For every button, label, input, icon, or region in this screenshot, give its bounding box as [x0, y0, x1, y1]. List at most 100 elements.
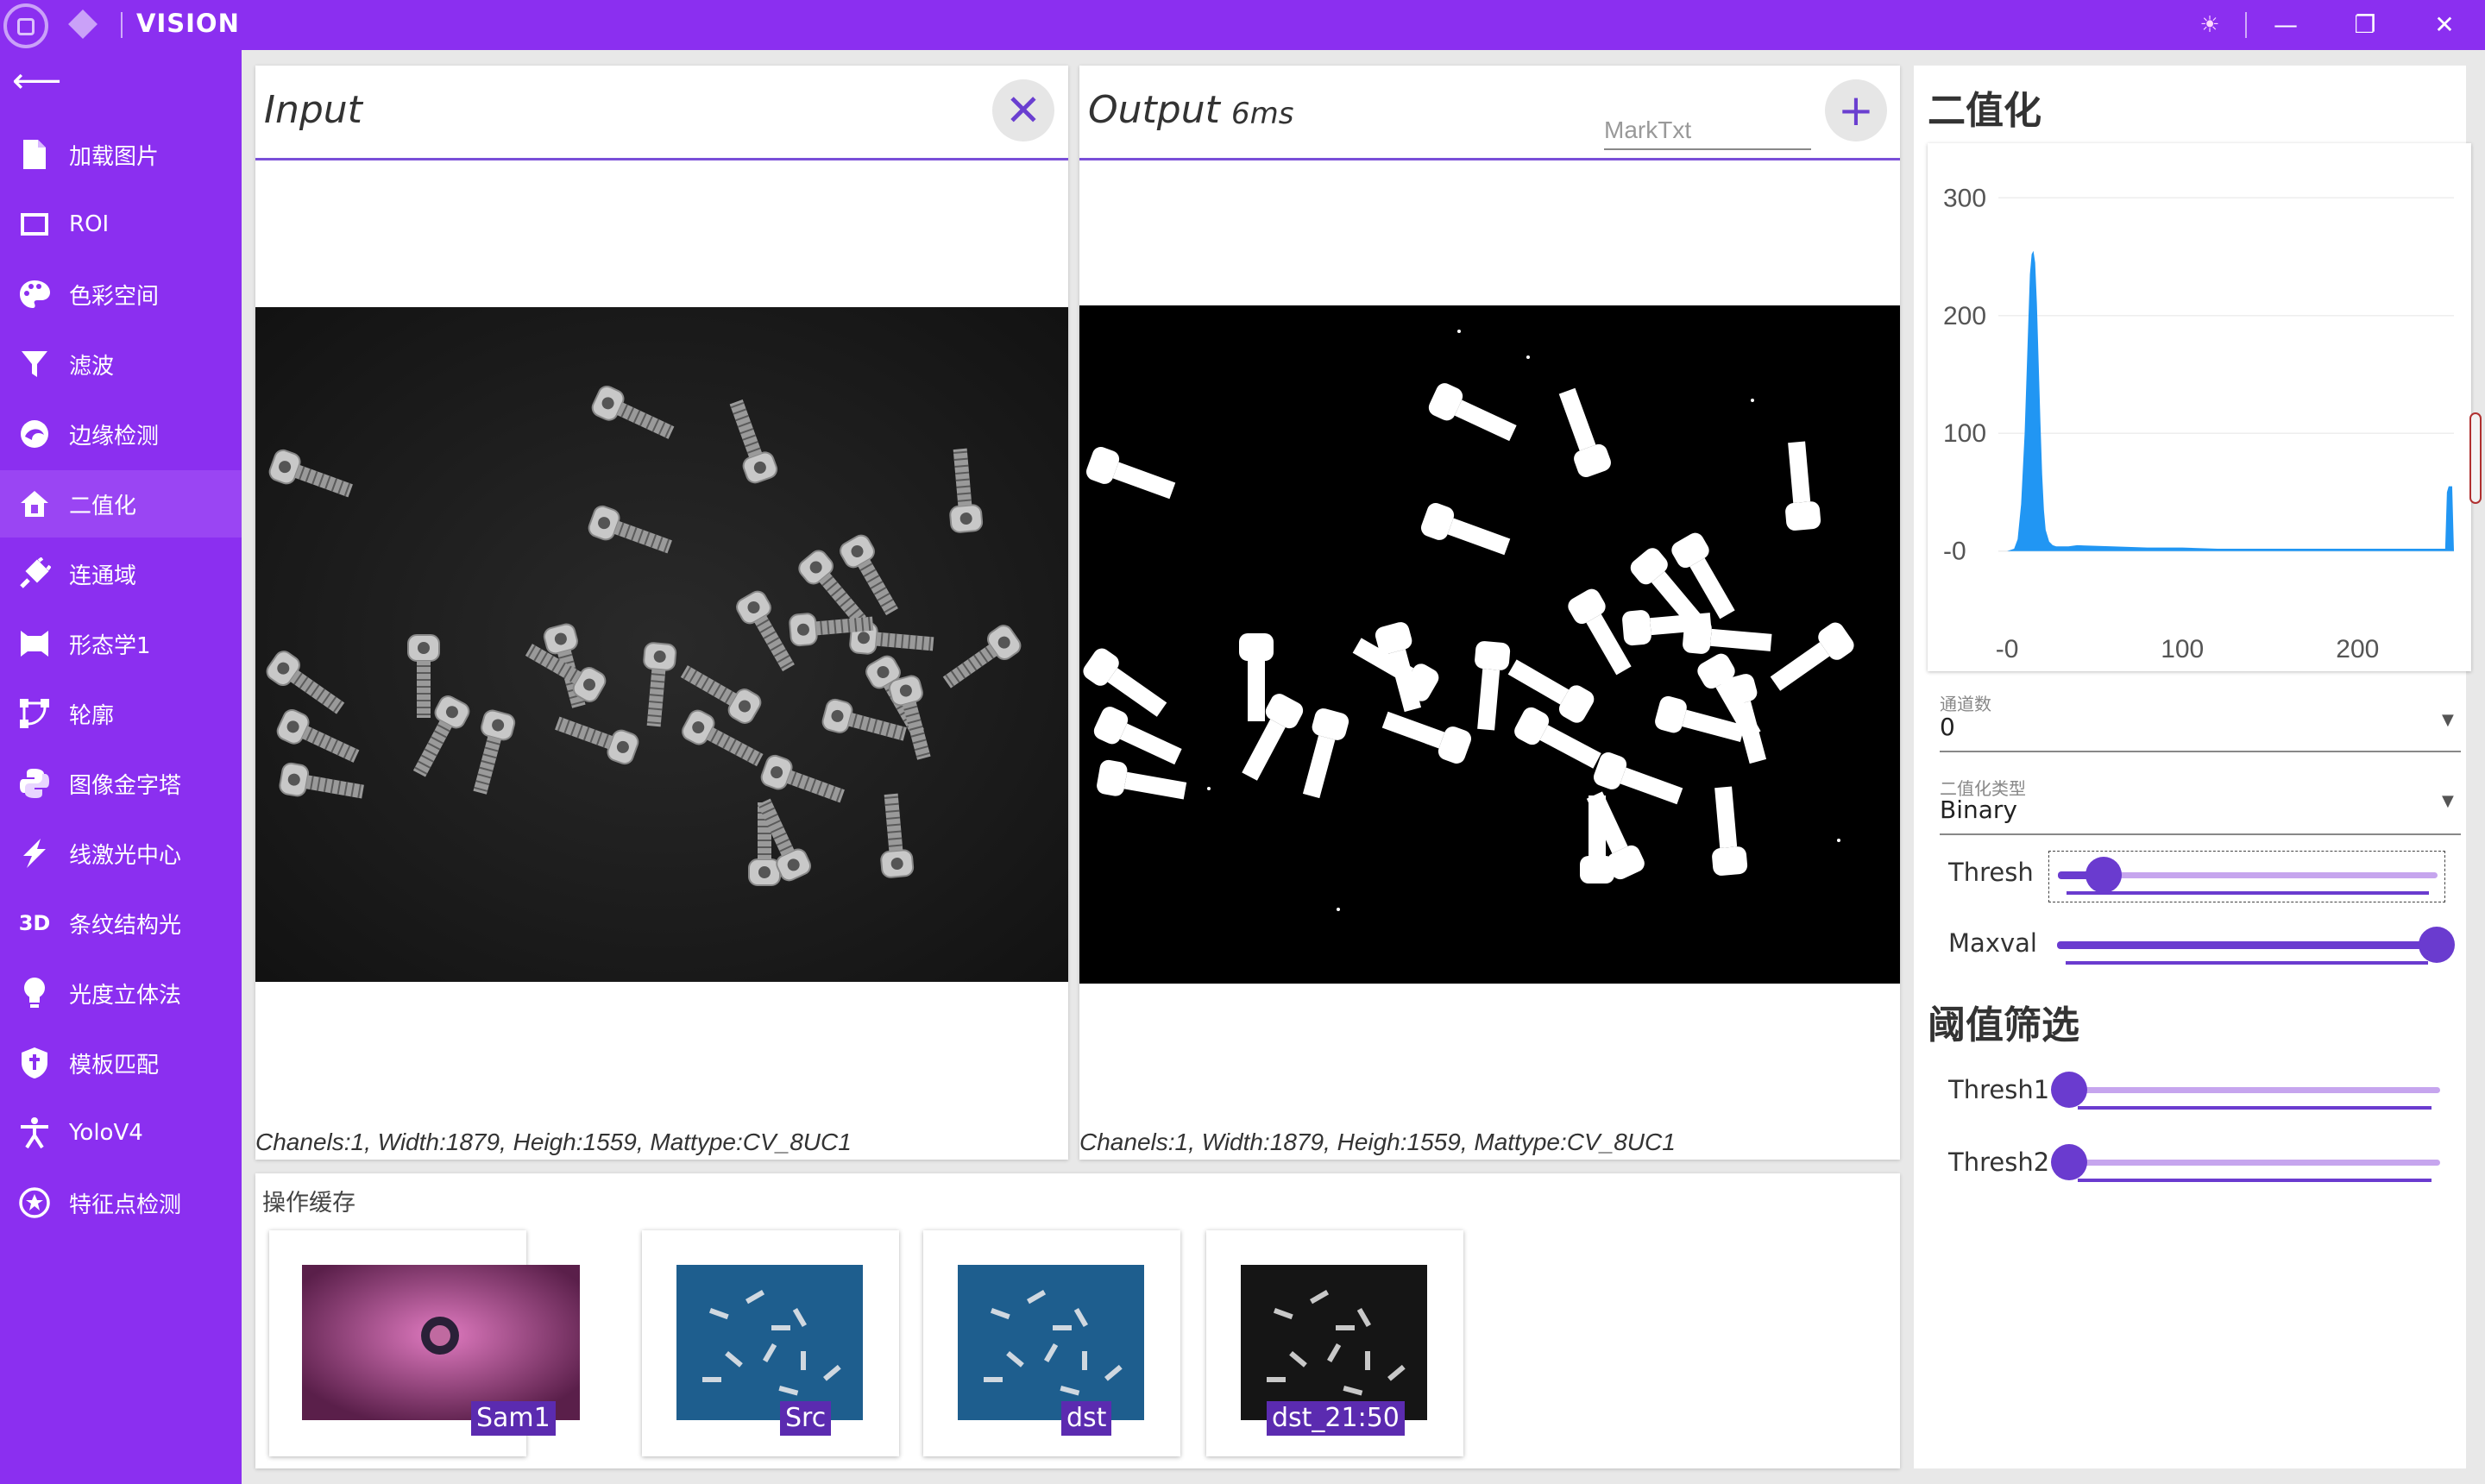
- slider-tick-bar: [2066, 961, 2428, 965]
- sidebar-item-label: YoloV4: [69, 1120, 143, 1146]
- operation-cache-panel: 操作缓存 Sam1 Src dst dst_21:50: [255, 1173, 1900, 1468]
- sidebar-item-filter[interactable]: 滤波: [0, 330, 242, 398]
- cache-thumbnail: [1241, 1265, 1427, 1420]
- input-screws-image: [255, 307, 1068, 982]
- chevron-down-icon[interactable]: ▼: [2442, 792, 2454, 810]
- threshold-filter-title: 阈值筛选: [1928, 1003, 2079, 1047]
- thresh1-slider[interactable]: [2051, 1066, 2449, 1118]
- operation-cache-title: 操作缓存: [262, 1190, 355, 1217]
- sidebar-item-pyramid[interactable]: 图像金字塔: [0, 750, 242, 817]
- binarize-settings-panel: 二值化 300 200 100 -0 -0 100 200 通道数 0 ▼ 二值化类型 Bi…: [1914, 66, 2471, 1468]
- sidebar-item-contour[interactable]: 轮廓: [0, 680, 242, 747]
- sidebar-item-connected[interactable]: 连通域: [0, 540, 242, 607]
- sidebar-item-label: 二值化: [69, 493, 137, 519]
- python-icon: [16, 767, 53, 800]
- sidebar-item-label: 轮廓: [69, 702, 115, 729]
- cache-item[interactable]: Sam1: [269, 1230, 580, 1456]
- thresh-slider[interactable]: [2048, 851, 2445, 902]
- channel-select[interactable]: 0: [1940, 713, 1955, 741]
- slider-thumb[interactable]: [2051, 1072, 2087, 1108]
- contour-icon: [16, 697, 53, 730]
- cache-item[interactable]: dst: [923, 1230, 1180, 1456]
- sidebar-item-label: ROI: [69, 211, 110, 237]
- sidebar-item-morphology[interactable]: 形态学1: [0, 610, 242, 677]
- title-bar: VISION ☀ — ❐ ✕: [0, 0, 2485, 50]
- sidebar-item-binarize[interactable]: 二值化: [0, 470, 242, 538]
- mark-text-input[interactable]: [1604, 112, 1811, 150]
- sidebar-item-edge-detection[interactable]: 边缘检测: [0, 400, 242, 468]
- slider-track[interactable]: [2069, 1160, 2440, 1166]
- star-circle-icon: [16, 1186, 53, 1219]
- output-image-info: Chanels:1, Width:1879, Heigh:1559, Matty…: [1079, 1129, 1676, 1155]
- input-panel: Input ✕ Chanels:1, Width:1879, Heigh:155…: [255, 66, 1068, 1160]
- output-binary-image: [1079, 305, 1900, 984]
- output-panel-header: Output 6ms +: [1079, 66, 1900, 160]
- output-panel: Output 6ms +: [1079, 66, 1900, 1160]
- cache-thumbnail: [676, 1265, 863, 1420]
- maxval-slider[interactable]: [2048, 921, 2455, 973]
- theme-toggle-sun-icon[interactable]: ☀: [2197, 12, 2223, 38]
- binarize-type-underline: [1940, 833, 2461, 835]
- cache-item-label: dst: [1061, 1401, 1112, 1436]
- output-image[interactable]: [1079, 305, 1900, 984]
- restore-button[interactable]: ❐: [2326, 0, 2404, 50]
- clear-input-button[interactable]: ✕: [992, 79, 1054, 141]
- x-tick-label: 200: [2336, 635, 2379, 663]
- histogram-chart: 300 200 100 -0 -0 100 200: [1928, 143, 2471, 671]
- edge-icon: [16, 418, 53, 450]
- minimize-button[interactable]: —: [2247, 0, 2325, 50]
- slider-tick-bar: [2078, 1106, 2432, 1110]
- sidebar-item-template-match[interactable]: 模板匹配: [0, 1029, 242, 1097]
- sidebar-item-structured-light[interactable]: 3D 条纹结构光: [0, 890, 242, 957]
- app-logo-icon: [3, 3, 48, 48]
- add-output-button[interactable]: +: [1825, 79, 1887, 141]
- sidebar-item-label: 条纹结构光: [69, 912, 182, 939]
- processing-time: 6ms: [1231, 97, 1294, 131]
- slider-thumb[interactable]: [2419, 927, 2455, 963]
- person-icon: [16, 1116, 53, 1149]
- sidebar-item-label: 特征点检测: [69, 1192, 182, 1218]
- input-image[interactable]: [255, 307, 1068, 982]
- sidebar-item-label: 边缘检测: [69, 423, 160, 450]
- palette-icon: [16, 279, 53, 310]
- thresh2-slider[interactable]: [2051, 1139, 2449, 1191]
- app-title: VISION: [136, 9, 240, 38]
- file-icon: [16, 138, 53, 171]
- histogram-svg: 300 200 100 -0 -0 100 200: [1943, 184, 2454, 663]
- histogram-area-series: [2007, 250, 2454, 551]
- sidebar-item-feature-points[interactable]: 特征点检测: [0, 1169, 242, 1236]
- cache-thumbnail: [302, 1265, 580, 1420]
- sidebar-item-label: 滤波: [69, 353, 115, 380]
- chevron-down-icon[interactable]: ▼: [2442, 711, 2454, 729]
- cache-item-label: dst_21:50: [1267, 1401, 1405, 1436]
- sidebar-item-laser-center[interactable]: 线激光中心: [0, 820, 242, 887]
- slider-thumb[interactable]: [2051, 1144, 2087, 1180]
- sidebar-item-yolov4[interactable]: YoloV4: [0, 1099, 242, 1166]
- cache-item-label: Sam1: [471, 1401, 556, 1436]
- cache-item[interactable]: Src: [642, 1230, 899, 1456]
- sidebar-item-label: 形态学1: [69, 632, 151, 659]
- sidebar-item-load-image[interactable]: 加载图片: [0, 121, 242, 188]
- cache-item[interactable]: dst_21:50: [1206, 1230, 1463, 1456]
- shield-icon: [16, 1046, 53, 1080]
- close-window-button[interactable]: ✕: [2406, 0, 2483, 50]
- channel-underline: [1940, 751, 2461, 752]
- input-panel-title: Input: [264, 88, 362, 132]
- x-tick-label: -0: [1996, 635, 2019, 663]
- binarize-type-select[interactable]: Binary: [1940, 795, 2017, 824]
- scrollbar-thumb[interactable]: [2469, 412, 2482, 504]
- thresh1-label: Thresh1: [1948, 1075, 2050, 1104]
- plug-icon: [16, 557, 53, 590]
- y-tick-label: 200: [1943, 302, 1986, 330]
- slider-thumb[interactable]: [2085, 857, 2122, 893]
- slider-track[interactable]: [2069, 1087, 2440, 1093]
- back-arrow-icon[interactable]: ⟵: [12, 64, 61, 98]
- binarize-title: 二值化: [1928, 89, 2041, 133]
- sidebar-item-label: 光度立体法: [69, 982, 182, 1009]
- sidebar-item-roi[interactable]: ROI: [0, 191, 242, 258]
- sidebar-item-photometric-stereo[interactable]: 光度立体法: [0, 959, 242, 1027]
- title-separator: [121, 12, 123, 38]
- input-image-info: Chanels:1, Width:1879, Heigh:1559, Matty…: [255, 1129, 852, 1155]
- sidebar-item-color-space[interactable]: 色彩空间: [0, 261, 242, 328]
- sidebar-item-label: 加载图片: [69, 143, 160, 170]
